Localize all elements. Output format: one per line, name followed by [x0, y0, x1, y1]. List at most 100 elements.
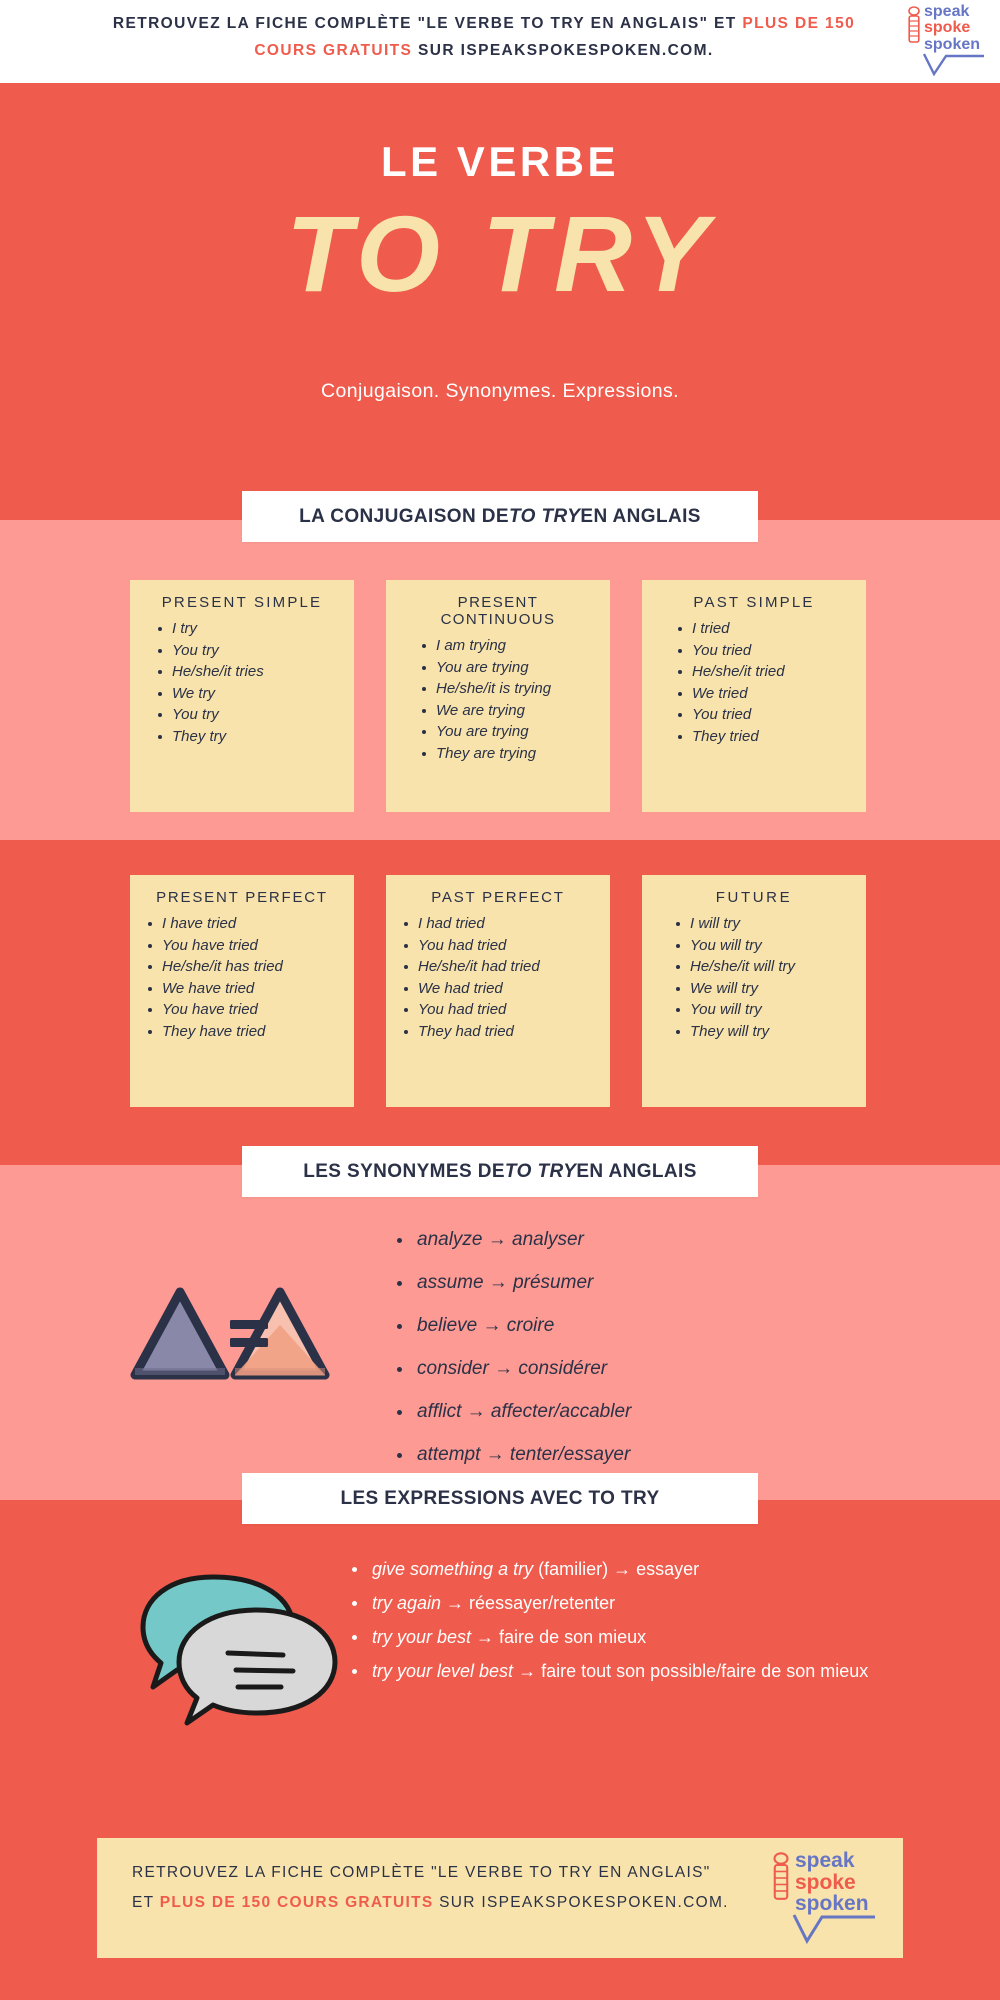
banner-synonyms-before: LES SYNONYMES DE: [303, 1160, 505, 1182]
list-item: try again → réessayer/retenter: [350, 1586, 870, 1620]
card-title: PAST SIMPLE: [693, 594, 815, 611]
list-item: assume → présumer: [395, 1261, 865, 1304]
section-banner-synonyms: LES SYNONYMES DE TO TRY EN ANGLAIS: [242, 1146, 758, 1197]
banner-conjugation-after: EN ANGLAIS: [580, 505, 701, 527]
brand-logo-words: speak spoke spoken: [795, 1850, 869, 1915]
expression-english: try your best: [372, 1627, 472, 1647]
expression-french: → réessayer/retenter: [441, 1593, 616, 1613]
list-item: I had tried: [404, 913, 596, 935]
top-banner: RETROUVEZ LA FICHE COMPLÈTE "LE VERBE TO…: [0, 0, 1000, 83]
list-item: They try: [158, 726, 340, 748]
card-list: I had tried You had tried He/she/it had …: [400, 913, 596, 1042]
footer-text-part2: SUR ISPEAKSPOKESPOKEN.COM.: [433, 1894, 729, 1911]
top-banner-text: RETROUVEZ LA FICHE COMPLÈTE "LE VERBE TO…: [84, 10, 884, 64]
expression-english: try your level best: [372, 1661, 514, 1681]
list-item: afflict → affecter/accabler: [395, 1390, 865, 1433]
expression-english: try again: [372, 1593, 442, 1613]
expressions-list: give something a try (familier) → essaye…: [350, 1552, 870, 1688]
list-item: We had tried: [404, 978, 596, 1000]
banner-conjugation-before: LA CONJUGAISON DE: [299, 505, 509, 527]
expression-french: → faire de son mieux: [471, 1627, 647, 1647]
list-item: You tried: [678, 704, 852, 726]
banner-synonyms-after: EN ANGLAIS: [576, 1160, 697, 1182]
brand-word-spoken: spoken: [924, 35, 981, 53]
list-item: We tried: [678, 683, 852, 705]
list-item: He/she/it had tried: [404, 956, 596, 978]
expression-french: (familier) → essayer: [533, 1559, 700, 1579]
brand-word-speak: speak: [924, 3, 970, 20]
card-title: PAST PERFECT: [431, 889, 565, 906]
list-item: They had tried: [404, 1021, 596, 1043]
page-eyebrow: LE VERBE: [380, 138, 620, 185]
conjugation-card: PRESENT SIMPLE I try You try He/she/it t…: [130, 580, 354, 812]
footer-banner: RETROUVEZ LA FICHE COMPLÈTE "LE VERBE TO…: [97, 1838, 903, 1958]
list-item: They are trying: [422, 743, 596, 765]
footer-highlight: PLUS DE 150 COURS GRATUITS: [159, 1894, 434, 1911]
list-item: We have tried: [148, 978, 340, 1000]
list-item: We will try: [676, 978, 852, 1000]
list-item: I have tried: [148, 913, 340, 935]
conjugation-card: PAST SIMPLE I tried You tried He/she/it …: [642, 580, 866, 812]
conjugation-card: PRESENT PERFECT I have tried You have tr…: [130, 875, 354, 1107]
card-title: PRESENT CONTINUOUS: [440, 594, 556, 628]
list-item: I tried: [678, 618, 852, 640]
list-item: give something a try (familier) → essaye…: [350, 1552, 870, 1586]
list-item: You have tried: [148, 935, 340, 957]
infographic-page: RETROUVEZ LA FICHE COMPLÈTE "LE VERBE TO…: [0, 0, 1000, 2000]
card-list: I am trying You are trying He/she/it is …: [400, 635, 596, 764]
list-item: try your level best → faire tout son pos…: [350, 1654, 870, 1688]
conjugation-card: PRESENT CONTINUOUS I am trying You are t…: [386, 580, 610, 812]
top-banner-text-part2: SUR ISPEAKSPOKESPOKEN.COM.: [412, 42, 714, 59]
equal-triangles-icon: [130, 1287, 330, 1380]
conjugation-card: FUTURE I will try You will try He/she/it…: [642, 875, 866, 1107]
speech-bubbles-icon: [140, 1574, 338, 1726]
card-list: I have tried You have tried He/she/it ha…: [144, 913, 340, 1042]
list-item: You are trying: [422, 657, 596, 679]
list-item: I am trying: [422, 635, 596, 657]
list-item: He/she/it tries: [158, 661, 340, 683]
list-item: You had tried: [404, 935, 596, 957]
list-item: You will try: [676, 935, 852, 957]
list-item: We try: [158, 683, 340, 705]
conjugation-card: PAST PERFECT I had tried You had tried H…: [386, 875, 610, 1107]
microphone-icon: [773, 1852, 789, 1900]
checkmark-icon: [922, 53, 984, 76]
list-item: You tried: [678, 640, 852, 662]
brand-word-speak: speak: [795, 1849, 855, 1872]
card-title: PRESENT PERFECT: [156, 889, 328, 906]
list-item: You are trying: [422, 721, 596, 743]
banner-synonyms-italic: TO TRY: [504, 1160, 577, 1182]
card-list: I tried You tried He/she/it tried We tri…: [656, 618, 852, 747]
synonyms-list: analyze → analyser assume → présumer bel…: [395, 1218, 865, 1476]
list-item: attempt → tenter/essayer: [395, 1433, 865, 1476]
expression-english: give something a try: [372, 1559, 534, 1579]
card-title: PRESENT SIMPLE: [161, 594, 323, 611]
brand-logo-top[interactable]: speak spoke spoken: [908, 3, 992, 76]
brand-logo-footer[interactable]: speak spoke spoken: [773, 1850, 883, 1946]
section-banner-expressions: LES EXPRESSIONS AVEC TO TRY: [242, 1473, 758, 1524]
banner-conjugation-italic: TO TRY: [508, 505, 581, 527]
list-item: analyze → analyser: [395, 1218, 865, 1261]
list-item: consider → considérer: [395, 1347, 865, 1390]
list-item: You try: [158, 640, 340, 662]
list-item: We are trying: [422, 700, 596, 722]
brand-logo-words: speak spoke spoken: [924, 3, 981, 53]
checkmark-icon: [792, 1914, 875, 1944]
list-item: You will try: [676, 999, 852, 1021]
list-item: try your best → faire de son mieux: [350, 1620, 870, 1654]
list-item: You had tried: [404, 999, 596, 1021]
brand-word-spoke: spoke: [924, 19, 971, 37]
list-item: They will try: [676, 1021, 852, 1043]
page-subtitle: Conjugaison. Synonymes. Expressions.: [321, 380, 679, 402]
list-item: He/she/it is trying: [422, 678, 596, 700]
list-item: believe → croire: [395, 1304, 865, 1347]
list-item: You try: [158, 704, 340, 726]
list-item: He/she/it tried: [678, 661, 852, 683]
list-item: You have tried: [148, 999, 340, 1021]
brand-word-spoke: spoke: [795, 1870, 856, 1894]
list-item: He/she/it has tried: [148, 956, 340, 978]
section-banner-conjugation: LA CONJUGAISON DE TO TRY EN ANGLAIS: [242, 491, 758, 542]
list-item: I try: [158, 618, 340, 640]
expression-french: → faire tout son possible/faire de son m…: [513, 1661, 869, 1681]
list-item: They tried: [678, 726, 852, 748]
